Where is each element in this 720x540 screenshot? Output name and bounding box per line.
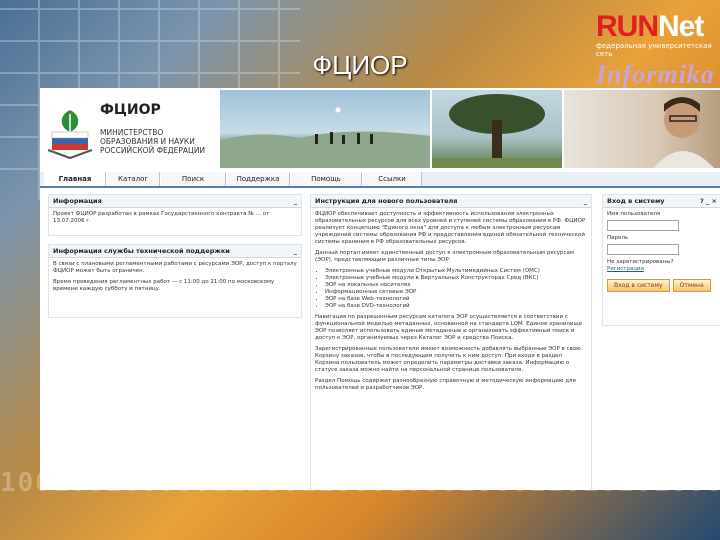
minimize-icon[interactable]: _ [294, 245, 297, 257]
tab-search[interactable]: Поиск [160, 172, 226, 186]
intro-paragraph: ФЦИОР обеспечивает доступность и эффекти… [315, 211, 586, 245]
help-paragraph: Раздел Помощь содержит разнообразную спр… [315, 378, 576, 391]
minimize-icon[interactable]: _ [584, 195, 587, 207]
login-form: Имя пользователя Пароль Не зарегистриров… [603, 208, 720, 295]
new-user-panel-body: ФЦИОР обеспечивает доступность и эффекти… [311, 208, 591, 399]
header-photo-tree [432, 90, 562, 168]
header-photo-beach [220, 90, 430, 168]
list-item: Информационные сетевые ЭОР [325, 289, 587, 296]
username-label: Имя пользователя [607, 211, 661, 217]
informika-logo: Informika [596, 60, 715, 89]
tab-help[interactable]: Помощь [290, 172, 362, 186]
support-panel-title: Информация службы технической поддержки _ [49, 245, 301, 258]
site-header: ФЦИОР Министерство образования и науки Р… [40, 88, 720, 170]
list-item: ЭОР на базе Web-технологий [325, 296, 587, 303]
tab-catalog[interactable]: Каталог [106, 172, 160, 186]
cart-paragraph: Зарегистрированные пользователи имеют во… [315, 346, 581, 373]
support-text-1: В связи с плановыми регламентными работа… [53, 261, 297, 274]
not-registered-text: Не зарегистрированы? [607, 259, 674, 265]
eor-types-list: Электронные учебные модули Открытых Муль… [325, 268, 587, 310]
list-item: ЭОР на базе DVD-технологий [325, 303, 587, 310]
username-field[interactable] [607, 220, 679, 231]
runnet-subtitle: федеральная университетская сеть [596, 42, 712, 58]
tab-support[interactable]: Поддержка [226, 172, 290, 186]
login-buttons: Вход в систему Отмена [607, 279, 717, 292]
fcior-website-screenshot: ФЦИОР Министерство образования и науки Р… [40, 88, 720, 490]
info-panel: Информация _ Проект ФЦИОР разработан в ра… [48, 194, 302, 236]
register-link[interactable]: Регистрация [607, 266, 717, 273]
tab-home[interactable]: Главная [44, 172, 106, 186]
support-text-2: Время проведения регламентных работ — с … [53, 279, 275, 292]
runnet-logo-text: RUNNet [596, 10, 704, 43]
info-panel-title: Информация _ [49, 195, 301, 208]
login-panel: Вход в систему? _ × Имя пользователя Пар… [602, 194, 720, 326]
password-label: Пароль [607, 235, 629, 241]
cancel-button[interactable]: Отмена [672, 279, 711, 292]
types-paragraph: Данный портал имеет единственный доступ … [315, 250, 575, 263]
login-panel-title: Вход в систему? _ × [603, 195, 720, 208]
brand-name: ФЦИОР [100, 102, 161, 118]
new-user-panel: Инструкция для нового пользователя _ ФЦИО… [310, 194, 592, 490]
panel-controls[interactable]: ? _ × [700, 195, 717, 207]
new-user-panel-title: Инструкция для нового пользователя _ [311, 195, 591, 208]
list-item: Электронные учебные модули в Виртуальных… [325, 275, 587, 282]
login-button[interactable]: Вход в систему [607, 279, 670, 292]
password-field[interactable] [607, 244, 679, 255]
main-nav: Главная Каталог Поиск Поддержка Помощь С… [40, 172, 720, 264]
navigation-paragraph: Навигация по разрешенным ресурсам катало… [315, 314, 583, 341]
list-item: Электронные учебные модули Открытых Муль… [325, 268, 587, 275]
header-photo-student [564, 90, 720, 168]
tab-links[interactable]: Ссылки [362, 172, 422, 186]
site-brand[interactable]: ФЦИОР Министерство образования и науки Р… [48, 96, 218, 168]
support-panel-body: В связи с плановыми регламентными работа… [49, 258, 301, 300]
ministry-name: Министерство образования и науки Российс… [100, 128, 206, 155]
support-panel: Информация службы технической поддержки _… [48, 244, 302, 318]
info-panel-text: Проект ФЦИОР разработан в рамках Государ… [53, 211, 270, 224]
minimize-icon[interactable]: _ [294, 195, 297, 207]
fcior-emblem-icon [48, 110, 92, 160]
list-item: ЭОР на локальных носителях [325, 282, 587, 289]
runnet-logo: RUNNet федеральная университетская сеть … [596, 10, 715, 90]
